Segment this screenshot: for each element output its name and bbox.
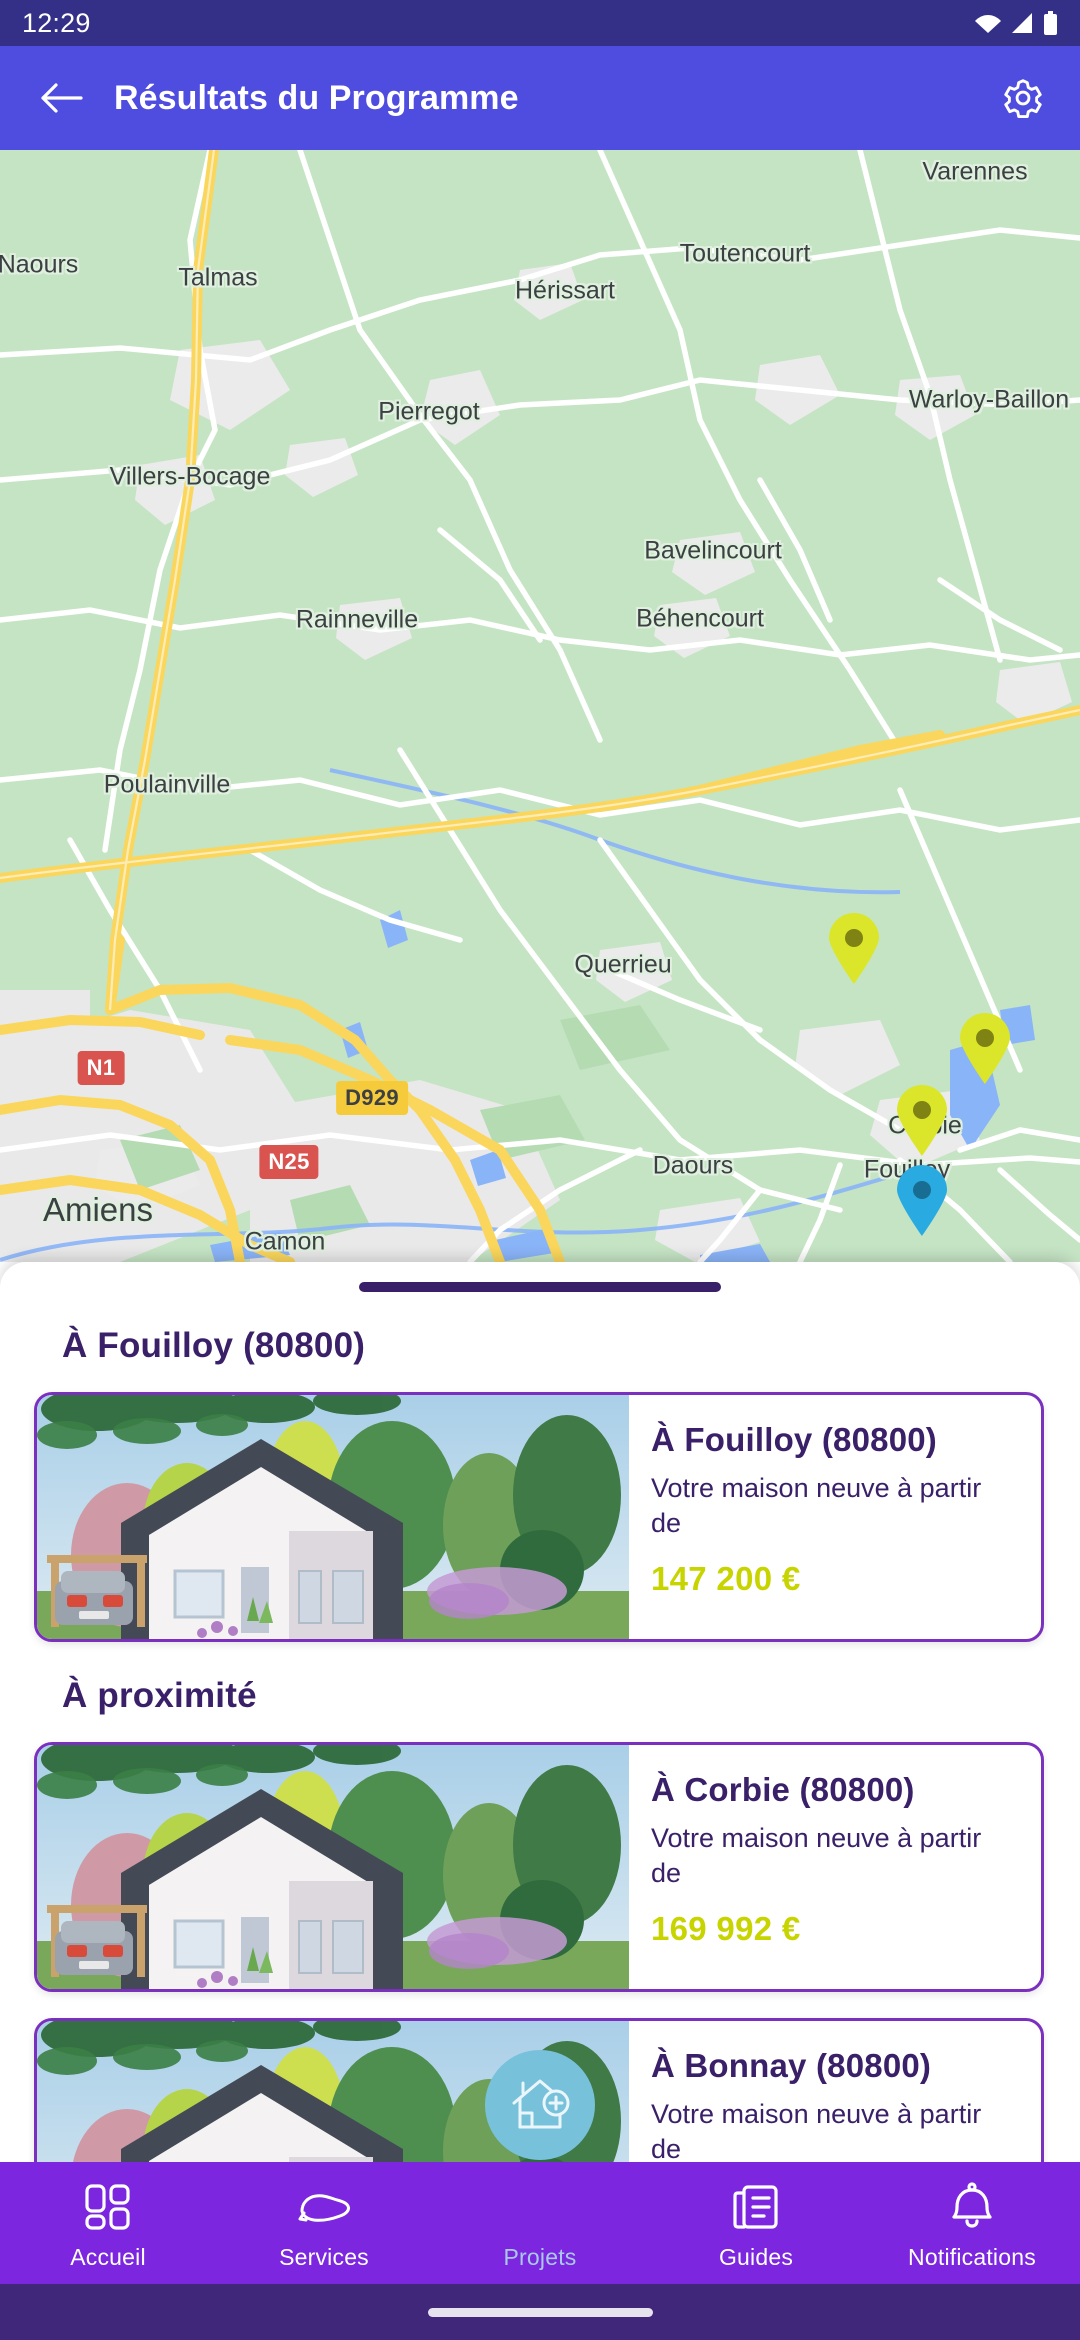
- map-label: Bavelincourt: [644, 536, 782, 565]
- section-title-primary: À Fouilloy (80800): [62, 1326, 366, 1365]
- listing-subtitle: Votre maison neuve à partir de: [651, 1473, 982, 1538]
- nav-item-services[interactable]: Services: [216, 2162, 432, 2271]
- map-label: Talmas: [178, 263, 258, 292]
- listing-subtitle: Votre maison neuve à partir de: [651, 2099, 982, 2164]
- nav-label: Projets: [503, 2244, 577, 2270]
- status-icons: [975, 11, 1058, 35]
- nav-label: Accueil: [70, 2244, 146, 2270]
- nav-item-accueil[interactable]: Accueil: [0, 2162, 216, 2271]
- house-plus-icon: [512, 2079, 570, 2129]
- settings-button[interactable]: [996, 71, 1050, 125]
- nav-item-notifications[interactable]: Notifications: [864, 2162, 1080, 2271]
- map-view[interactable]: Varennes Toutencourt Naours Talmas Héris…: [0, 150, 1080, 1262]
- page-title: Résultats du Programme: [114, 78, 519, 117]
- nav-label: Services: [279, 2244, 369, 2270]
- listing-price: 147 200 €: [651, 1560, 801, 1598]
- listing-price: 169 992 €: [651, 1910, 801, 1948]
- battery-icon: [1044, 11, 1057, 35]
- app-bar: Résultats du Programme: [0, 46, 1080, 150]
- listing-card[interactable]: À Corbie (80800) Votre maison neuve à pa…: [34, 1742, 1044, 1992]
- road-badge: N1: [77, 1051, 125, 1085]
- status-time: 12:29: [22, 7, 91, 38]
- grid-icon: [85, 2184, 130, 2230]
- listing-details: À Fouilloy (80800) Votre maison neuve à …: [629, 1395, 1041, 1639]
- listing-city: À Fouilloy (80800): [651, 1421, 938, 1458]
- road-badge: D929: [336, 1081, 408, 1115]
- sheet-drag-handle[interactable]: [359, 1282, 721, 1292]
- house-illustration: [37, 1395, 629, 1639]
- map-label: Warloy-Baillon: [908, 385, 1070, 414]
- gesture-bar[interactable]: [427, 2307, 653, 2317]
- signal-icon: [1012, 13, 1032, 33]
- map-label: Amiens: [42, 1191, 154, 1228]
- map-label: Poulainville: [103, 770, 231, 799]
- bottom-navigation: Accueil Services Projets Guides Notifica…: [0, 2050, 1080, 2284]
- listing-details: À Bonnay (80800) Votre maison neuve à pa…: [629, 2021, 1041, 2182]
- map-label: Querrieu: [574, 950, 672, 979]
- document-icon: [733, 2185, 778, 2229]
- gear-icon: [1004, 79, 1042, 119]
- app-screen: 12:29 Résultats du Programme Varennes To…: [0, 0, 1080, 2340]
- map-label: Rainneville: [295, 605, 419, 634]
- map-label: Varennes: [922, 157, 1028, 186]
- back-button[interactable]: [34, 71, 88, 125]
- listing-card[interactable]: À Fouilloy (80800) Votre maison neuve à …: [34, 1392, 1044, 1642]
- arrow-left-icon: [41, 83, 83, 113]
- listing-photo: [37, 1745, 629, 1989]
- hand-icon: [298, 2194, 350, 2222]
- listing-city: À Corbie (80800): [651, 1771, 915, 1808]
- listing-city: À Bonnay (80800): [651, 2047, 932, 2084]
- listing-photo: [37, 1395, 629, 1639]
- map-label: Naours: [0, 250, 79, 279]
- house-illustration: [37, 1745, 629, 1989]
- map-label: Béhencourt: [636, 604, 764, 633]
- road-badge: N25: [259, 1145, 319, 1179]
- bell-icon: [952, 2182, 992, 2228]
- nav-item-guides[interactable]: Guides: [648, 2162, 864, 2271]
- listing-subtitle: Votre maison neuve à partir de: [651, 1823, 982, 1888]
- wifi-icon: [975, 15, 1001, 33]
- map-label: Hérissart: [514, 276, 616, 305]
- map-label: Pierregot: [378, 397, 480, 426]
- nav-label: Guides: [718, 2244, 794, 2270]
- nav-item-projets[interactable]: Projets: [432, 2162, 648, 2271]
- projets-fab-button[interactable]: [485, 2050, 595, 2160]
- status-bar: 12:29: [0, 0, 1080, 46]
- results-bottom-sheet: À Fouilloy (80800) À Fouilloy (80800) Vo…: [0, 1262, 1080, 2182]
- map-label: Daours: [652, 1151, 734, 1180]
- nav-label: Notifications: [908, 2244, 1036, 2270]
- map-label: Camon: [244, 1227, 326, 1256]
- map-label: Villers-Bocage: [109, 462, 271, 491]
- gesture-nav-area: [0, 2284, 1080, 2340]
- listing-details: À Corbie (80800) Votre maison neuve à pa…: [629, 1745, 1041, 1989]
- section-title-nearby: À proximité: [62, 1676, 257, 1715]
- map-label: Toutencourt: [679, 239, 811, 268]
